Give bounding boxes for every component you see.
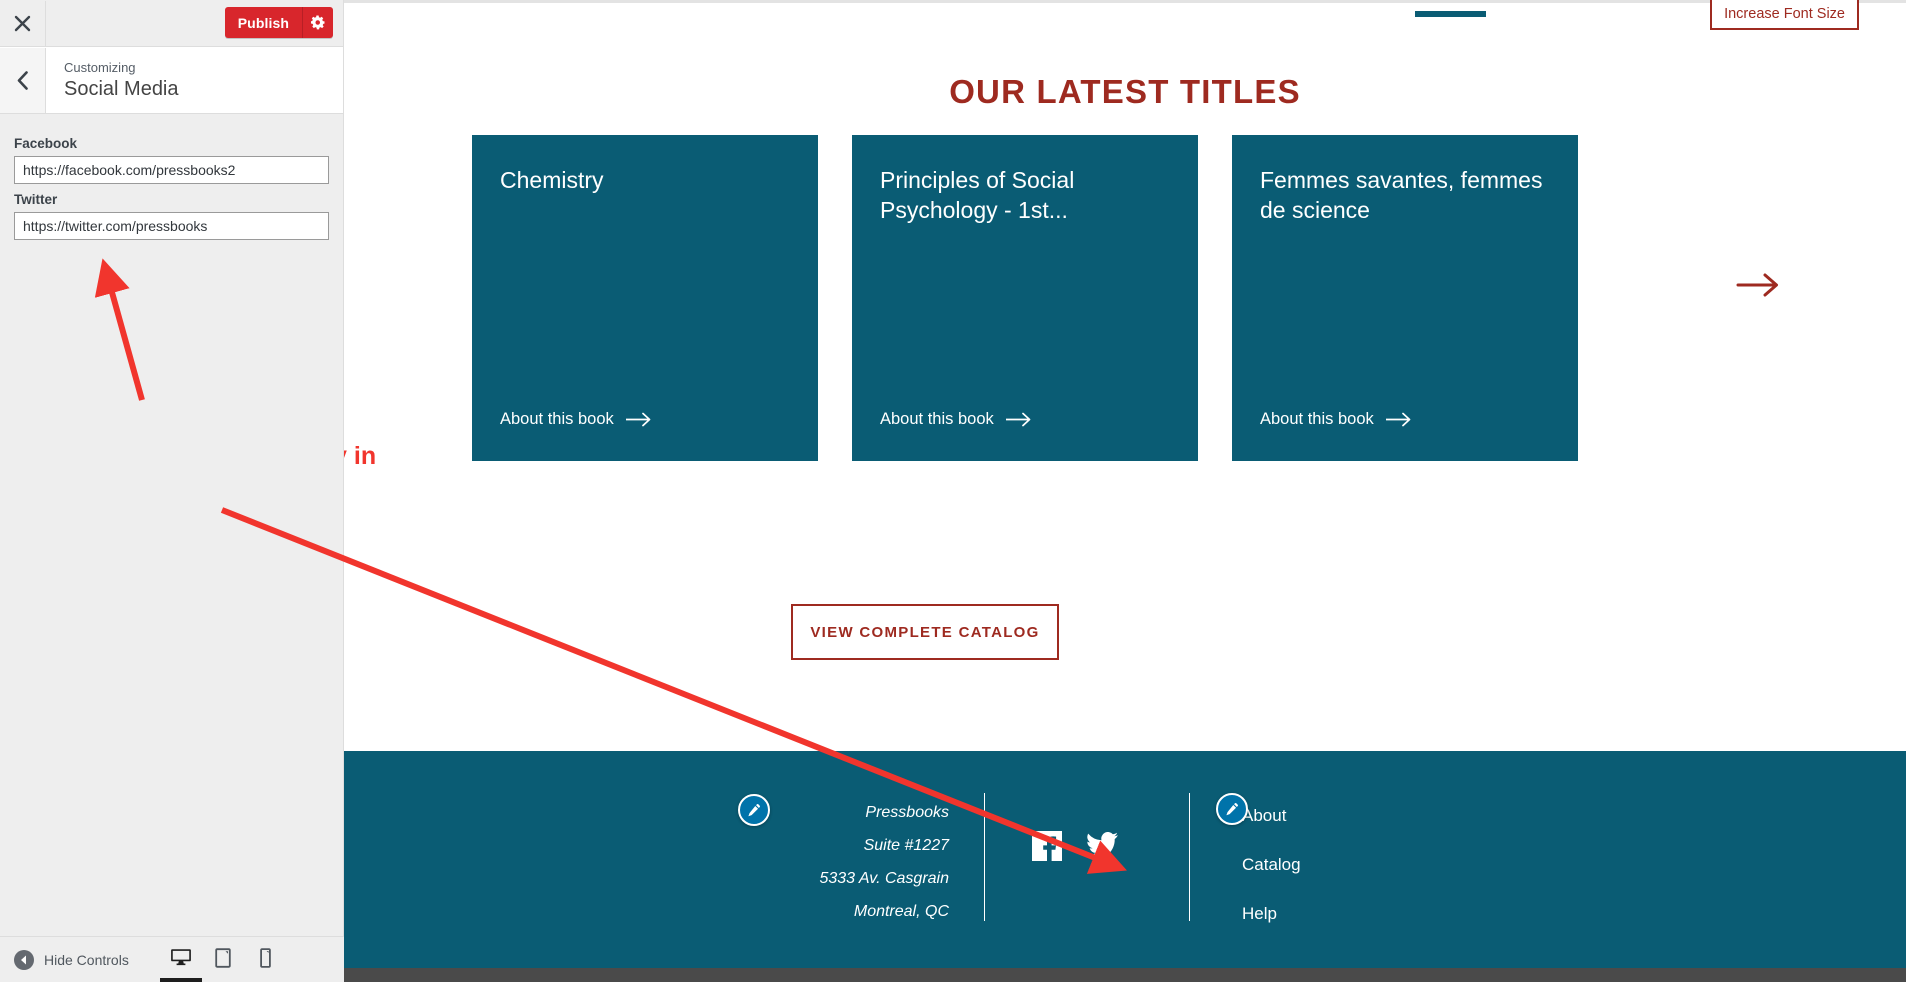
device-desktop-button[interactable] — [160, 937, 202, 982]
about-this-book-label: About this book — [500, 410, 614, 428]
page-title: Social Media — [64, 77, 179, 100]
footer-nav-item-about[interactable]: About — [1216, 793, 1301, 832]
publish-button[interactable]: Publish — [225, 7, 302, 38]
close-customizer-button[interactable] — [0, 0, 46, 46]
arrow-right-icon — [1385, 412, 1411, 427]
device-preview-switcher — [160, 937, 286, 982]
footer-nav: About Catalog Help — [1216, 793, 1301, 946]
desktop-icon — [171, 948, 191, 965]
customizing-label: Customizing — [64, 59, 136, 75]
chevron-left-icon — [17, 70, 28, 90]
arrow-right-icon — [1005, 412, 1031, 427]
gear-icon — [310, 15, 325, 30]
footer-nav-label: Catalog — [1242, 855, 1301, 874]
preview-bottom-strip — [344, 968, 1906, 982]
footer-nav-label: Help — [1242, 904, 1277, 923]
footer-nav-label: About — [1242, 806, 1287, 825]
view-complete-catalog-button[interactable]: VIEW COMPLETE CATALOG — [791, 604, 1059, 660]
twitter-url-input[interactable] — [14, 212, 329, 240]
book-title: Chemistry — [500, 167, 604, 193]
panel-title-group: Customizing Social Media — [46, 59, 179, 102]
footer-divider — [984, 793, 985, 921]
pencil-icon — [1226, 803, 1238, 816]
section-heading: OUR LATEST TITLES — [949, 73, 1301, 111]
customizer-bottom-bar: Hide Controls — [0, 936, 344, 982]
footer-social-links — [1032, 831, 1118, 866]
book-card[interactable]: Femmes savantes, femmes de science About… — [1232, 135, 1578, 461]
facebook-icon — [1032, 831, 1062, 861]
book-card[interactable]: Principles of Social Psychology - 1st...… — [852, 135, 1198, 461]
customizer-sidebar: Publish Customizing Social Media Faceboo… — [0, 0, 344, 982]
address-line: Montreal, QC — [853, 903, 949, 920]
latest-titles-carousel: Chemistry About this book Principles of … — [344, 135, 1906, 465]
book-title: Principles of Social Psychology - 1st... — [880, 167, 1075, 223]
edit-shortcut-nav-button[interactable] — [1216, 793, 1248, 825]
device-mobile-button[interactable] — [244, 937, 286, 982]
device-tablet-button[interactable] — [202, 937, 244, 982]
site-footer: Pressbooks Suite #1227 5333 Av. Casgrain… — [344, 751, 1906, 968]
facebook-url-input[interactable] — [14, 156, 329, 184]
tablet-icon — [215, 947, 231, 968]
increase-font-size-button[interactable]: Increase Font Size — [1710, 0, 1859, 30]
section-rule — [1415, 11, 1486, 17]
facebook-link[interactable] — [1032, 831, 1062, 866]
footer-divider — [1189, 793, 1190, 921]
pencil-icon — [748, 804, 760, 817]
customizer-controls: Facebook Twitter — [0, 114, 343, 240]
preview-top-divider — [344, 0, 1906, 3]
customizer-panel-header: Customizing Social Media — [0, 47, 343, 114]
book-title: Femmes savantes, femmes de science — [1260, 167, 1543, 223]
about-this-book-link[interactable]: About this book — [880, 410, 1032, 429]
publish-settings-button[interactable] — [302, 7, 333, 38]
edit-shortcut-address-button[interactable] — [738, 794, 770, 826]
about-this-book-link[interactable]: About this book — [1260, 410, 1412, 429]
twitter-link[interactable] — [1086, 831, 1118, 865]
about-this-book-label: About this book — [1260, 410, 1374, 428]
arrow-right-icon — [625, 412, 651, 427]
carousel-next-button[interactable] — [1734, 264, 1782, 306]
footer-nav-item-help[interactable]: Help — [1242, 897, 1301, 930]
facebook-field-label: Facebook — [14, 136, 78, 151]
hide-controls-label: Hide Controls — [44, 951, 129, 968]
back-button[interactable] — [0, 47, 46, 113]
about-this-book-label: About this book — [880, 410, 994, 428]
address-line: Suite #1227 — [863, 837, 949, 854]
about-this-book-link[interactable]: About this book — [500, 410, 652, 429]
collapse-left-icon — [14, 949, 34, 970]
mobile-icon — [259, 947, 271, 968]
twitter-icon — [1086, 831, 1118, 859]
customizer-topbar: Publish — [0, 0, 343, 47]
twitter-field-label: Twitter — [14, 192, 58, 207]
publish-button-group: Publish — [224, 7, 333, 38]
footer-nav-item-catalog[interactable]: Catalog — [1242, 848, 1301, 881]
close-icon — [14, 15, 31, 31]
book-card[interactable]: Chemistry About this book — [472, 135, 818, 461]
site-preview: Increase Font Size OUR LATEST TITLES Che… — [344, 0, 1906, 982]
address-line: 5333 Av. Casgrain — [819, 870, 949, 887]
screen: Publish Customizing Social Media Faceboo… — [0, 0, 1906, 982]
hide-controls-button[interactable]: Hide Controls — [0, 949, 129, 970]
arrow-right-icon — [1736, 273, 1778, 297]
